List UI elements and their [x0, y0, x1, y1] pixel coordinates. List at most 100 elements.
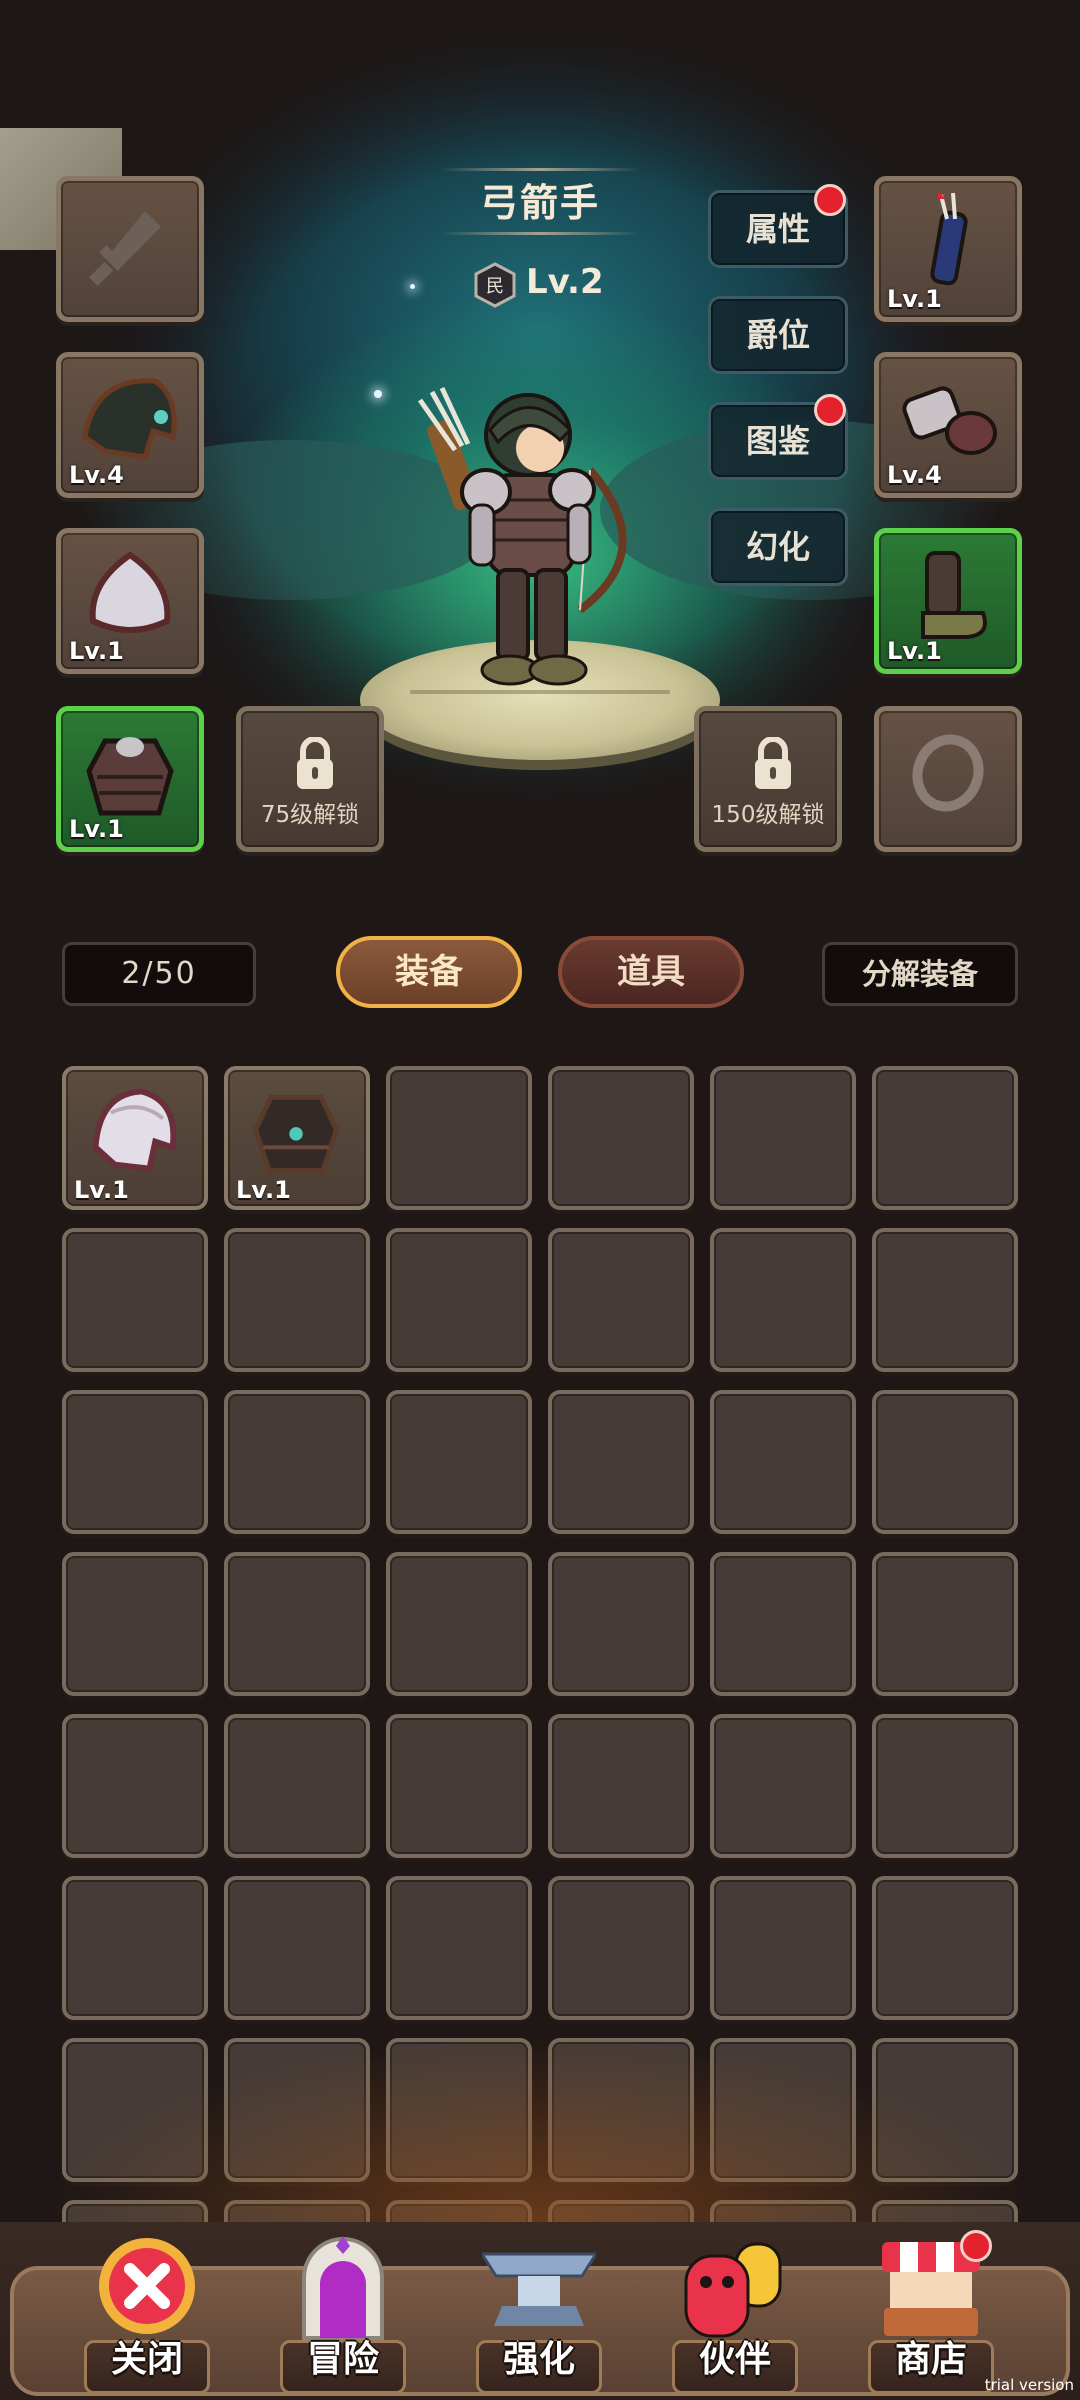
transform-button[interactable]: 幻化: [708, 508, 848, 586]
close-icon: [90, 2232, 204, 2346]
armor-slot[interactable]: Lv.1: [56, 706, 204, 852]
nav-shop-label: 商店: [894, 2339, 967, 2380]
inventory-item-level: Lv.1: [74, 1176, 129, 1204]
inventory-item-level: Lv.1: [236, 1176, 291, 1204]
title-divider-bottom: [440, 232, 640, 235]
inventory-item-slot[interactable]: Lv.1: [62, 1066, 208, 1210]
quiver-icon: [930, 191, 968, 286]
empty-inventory-slot[interactable]: [548, 1066, 694, 1210]
empty-inventory-slot[interactable]: [224, 1876, 370, 2020]
empty-inventory-slot[interactable]: [62, 2038, 208, 2182]
boots-icon: [921, 551, 987, 639]
locked-slot-lv75[interactable]: 75级解锁: [236, 706, 384, 852]
empty-inventory-slot[interactable]: [224, 2038, 370, 2182]
inventory-count: 2/50: [62, 942, 256, 1006]
shop-notification-dot: [960, 2230, 992, 2262]
rank-badge-text: 民: [486, 276, 504, 297]
shield-icon: [89, 551, 171, 633]
empty-inventory-slot[interactable]: [710, 1228, 856, 1372]
hero-level: Lv.2: [526, 262, 604, 302]
empty-inventory-slot[interactable]: [872, 1876, 1018, 2020]
armor-slot-level: Lv.1: [69, 815, 124, 843]
title-divider-top: [440, 168, 640, 171]
lock-icon: [297, 737, 333, 789]
gloves-slot-level: Lv.4: [887, 461, 942, 489]
hero-class-name: 弓箭手: [479, 181, 600, 225]
quiver-slot[interactable]: Lv.1: [874, 176, 1022, 322]
empty-inventory-slot[interactable]: [62, 1876, 208, 2020]
sword-icon: [88, 211, 161, 287]
helmet-slot-level: Lv.4: [69, 461, 124, 489]
empty-inventory-slot[interactable]: [62, 1552, 208, 1696]
shield-slot-level: Lv.1: [69, 637, 124, 665]
gloves-slot[interactable]: Lv.4: [874, 352, 1022, 498]
chest-armor-icon: [86, 737, 174, 816]
empty-inventory-slot[interactable]: [872, 1390, 1018, 1534]
nav-close[interactable]: 关闭: [72, 2232, 222, 2400]
nav-companion-label: 伙伴: [698, 2339, 771, 2380]
empty-inventory-slot[interactable]: [62, 1714, 208, 1858]
decompose-equipment-button[interactable]: 分解装备: [822, 942, 1018, 1006]
empty-inventory-slot[interactable]: [872, 1066, 1018, 1210]
nav-shop[interactable]: 商店: [856, 2230, 1006, 2400]
lock-icon: [755, 737, 791, 789]
empty-inventory-slot[interactable]: [710, 1876, 856, 2020]
weapon-slot[interactable]: [56, 176, 204, 322]
empty-inventory-slot[interactable]: [872, 1714, 1018, 1858]
ring-slot[interactable]: [874, 706, 1022, 852]
empty-inventory-slot[interactable]: [62, 1228, 208, 1372]
empty-inventory-slot[interactable]: [386, 1714, 532, 1858]
tab-items[interactable]: 道具: [558, 936, 744, 1008]
empty-inventory-slot[interactable]: [386, 1066, 532, 1210]
empty-inventory-slot[interactable]: [548, 1552, 694, 1696]
nav-companion[interactable]: 伙伴: [660, 2232, 810, 2400]
empty-inventory-slot[interactable]: [872, 1228, 1018, 1372]
empty-inventory-slot[interactable]: [62, 1390, 208, 1534]
tab-equipment[interactable]: 装备: [336, 936, 522, 1008]
empty-inventory-slot[interactable]: [386, 1552, 532, 1696]
empty-inventory-slot[interactable]: [224, 1390, 370, 1534]
empty-inventory-slot[interactable]: [710, 2038, 856, 2182]
empty-inventory-slot[interactable]: [386, 1876, 532, 2020]
nav-enhance[interactable]: 强化: [464, 2232, 614, 2400]
empty-inventory-slot[interactable]: [386, 2038, 532, 2182]
inventory-item-slot[interactable]: Lv.1: [224, 1066, 370, 1210]
empty-inventory-slot[interactable]: [548, 2038, 694, 2182]
empty-inventory-slot[interactable]: [548, 1390, 694, 1534]
companion-icon: [678, 2232, 792, 2346]
nav-close-label: 关闭: [110, 2339, 183, 2380]
empty-inventory-slot[interactable]: [224, 1552, 370, 1696]
helmet-icon: [92, 1088, 177, 1172]
boots-slot[interactable]: Lv.1: [874, 528, 1022, 674]
inventory-grid: Lv.1 Lv.1: [62, 1066, 1022, 2226]
nav-enhance-label: 强化: [502, 2339, 575, 2380]
empty-inventory-slot[interactable]: [386, 1228, 532, 1372]
archer-hero-figure: [417, 386, 627, 686]
empty-inventory-slot[interactable]: [710, 1066, 856, 1210]
empty-inventory-slot[interactable]: [548, 1876, 694, 2020]
ring-icon: [912, 734, 984, 812]
empty-inventory-slot[interactable]: [224, 1228, 370, 1372]
empty-inventory-slot[interactable]: [548, 1714, 694, 1858]
locked-slot-lv150[interactable]: 150级解锁: [694, 706, 842, 852]
rank-badge: 民: [474, 262, 516, 308]
empty-inventory-slot[interactable]: [548, 1228, 694, 1372]
empty-inventory-slot[interactable]: [710, 1552, 856, 1696]
anvil-icon: [479, 2232, 599, 2346]
empty-inventory-slot[interactable]: [710, 1390, 856, 1534]
shield-slot[interactable]: Lv.1: [56, 528, 204, 674]
empty-inventory-slot[interactable]: [224, 1714, 370, 1858]
unlock-requirement-text: 150级解锁: [711, 802, 825, 828]
empty-inventory-slot[interactable]: [386, 1390, 532, 1534]
attributes-notification-dot: [814, 184, 846, 216]
hexagon-badge-icon: 民: [474, 262, 516, 308]
portal-icon: [286, 2232, 400, 2346]
gauntlet-icon: [902, 386, 997, 455]
empty-inventory-slot[interactable]: [872, 1552, 1018, 1696]
empty-inventory-slot[interactable]: [872, 2038, 1018, 2182]
helmet-slot[interactable]: Lv.4: [56, 352, 204, 498]
nav-adventure[interactable]: 冒险: [268, 2232, 418, 2400]
unlock-requirement-text: 75级解锁: [260, 802, 360, 828]
empty-inventory-slot[interactable]: [710, 1714, 856, 1858]
title-rank-button[interactable]: 爵位: [708, 296, 848, 374]
